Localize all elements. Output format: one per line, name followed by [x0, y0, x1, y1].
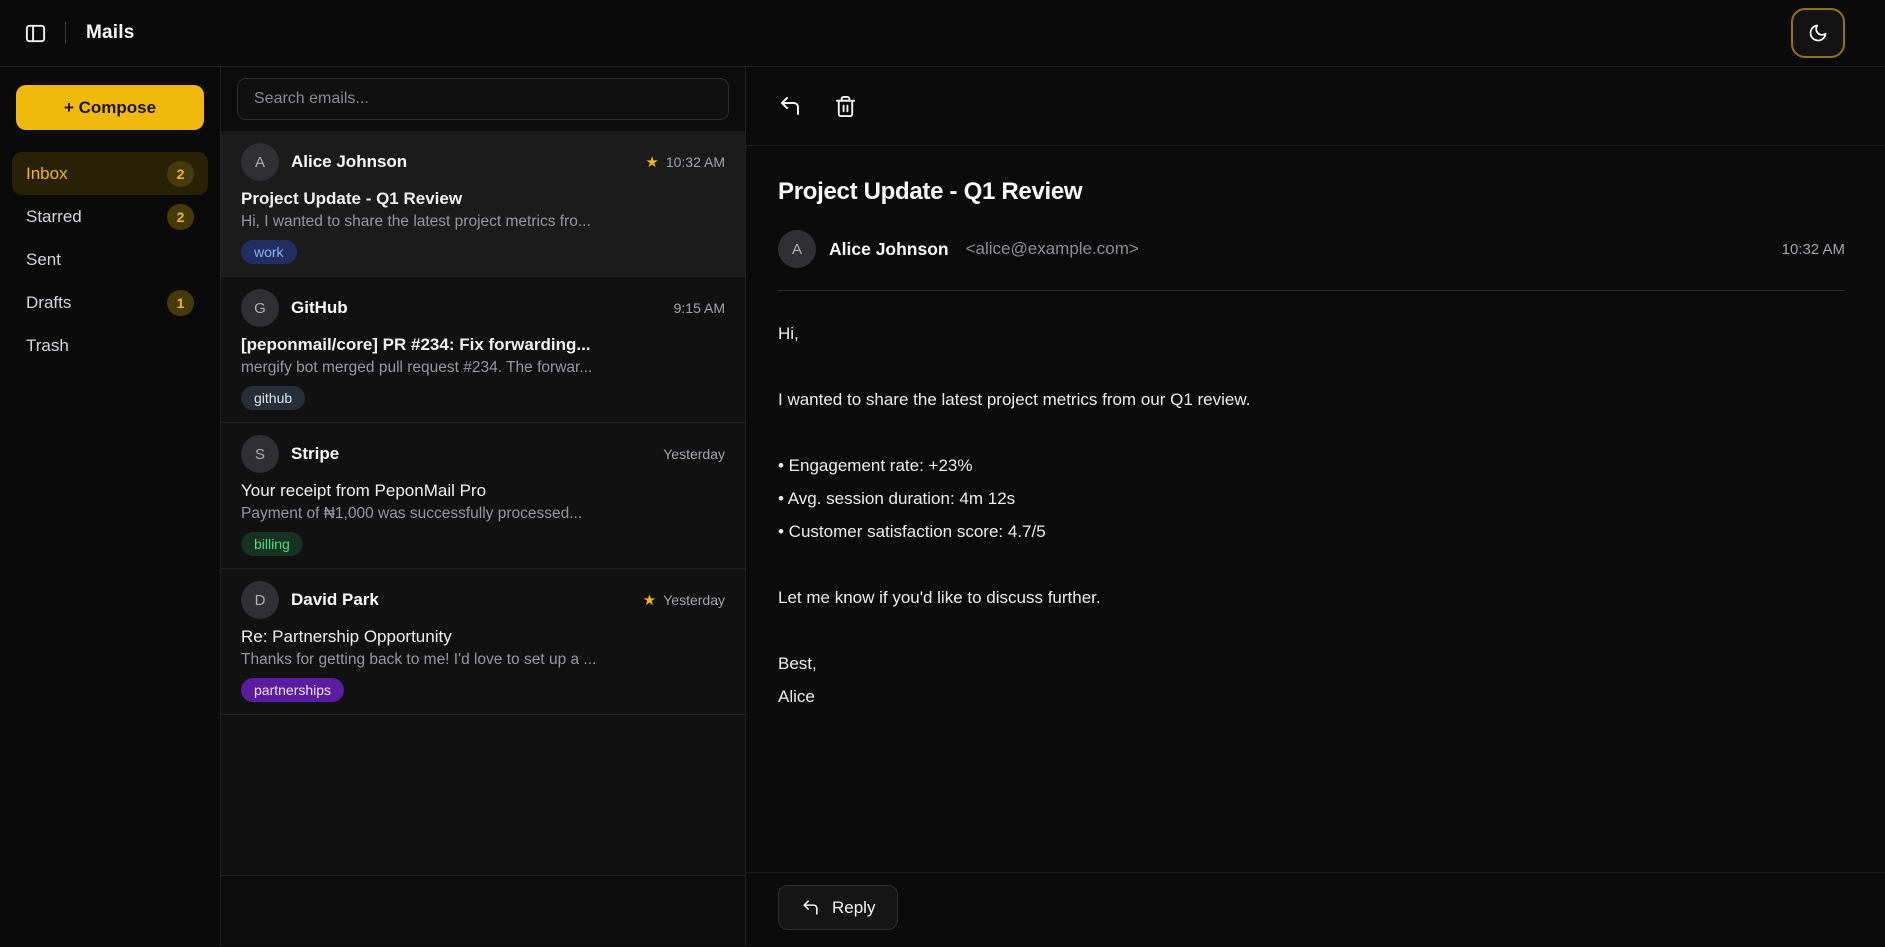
email-subject: Re: Partnership Opportunity — [241, 627, 452, 646]
avatar: G — [241, 289, 279, 327]
sender-row: A Alice Johnson <alice@example.com> 10:3… — [778, 230, 1845, 268]
sidebar-item-trash[interactable]: Trash — [12, 324, 208, 367]
email-sender: Stripe — [291, 444, 340, 463]
email-tag: partnerships — [241, 678, 345, 702]
header-divider — [65, 22, 66, 44]
back-arrow-icon — [778, 94, 802, 118]
email-tag: billing — [241, 532, 303, 556]
unread-count-badge: 1 — [167, 289, 194, 316]
detail-footer: Reply — [746, 872, 1885, 946]
delete-button[interactable] — [834, 95, 857, 118]
sidebar-item-label: Inbox — [26, 163, 68, 183]
trash-icon — [834, 95, 857, 118]
email-time: 9:15 AM — [673, 300, 725, 316]
sidebar-nav: Inbox 2 Starred 2 Sent Drafts 1 Trash — [0, 152, 220, 367]
detail-time: 10:32 AM — [1781, 240, 1845, 258]
star-icon: ★ — [645, 153, 659, 171]
email-sender: David Park — [291, 590, 379, 609]
reply-arrow-icon — [801, 898, 820, 917]
email-preview: mergify bot merged pull request #234. Th… — [241, 359, 593, 376]
reply-button[interactable]: Reply — [778, 885, 899, 930]
app-header: Mails — [0, 0, 1885, 67]
email-body: Hi, I wanted to share the latest project… — [778, 324, 1251, 706]
panel-left-icon — [24, 22, 47, 45]
avatar: A — [241, 143, 279, 181]
email-preview: Thanks for getting back to me! I'd love … — [241, 651, 597, 668]
sidebar-toggle-button[interactable] — [24, 22, 47, 45]
detail-toolbar — [746, 67, 1885, 146]
sidebar-item-drafts[interactable]: Drafts 1 — [12, 281, 208, 324]
unread-count-badge: 2 — [167, 203, 194, 230]
email-subject: Project Update - Q1 Review — [241, 189, 463, 208]
email-preview: Hi, I wanted to share the latest project… — [241, 213, 591, 230]
email-detail-pane: Project Update - Q1 Review A Alice Johns… — [745, 67, 1885, 946]
compose-button[interactable]: + Compose — [16, 85, 204, 130]
email-list-pane: A Alice Johnson ★ 10:32 AM Project Updat… — [220, 67, 745, 946]
email-sender: Alice Johnson — [291, 152, 408, 171]
email-list-item[interactable]: G GitHub 9:15 AM [peponmail/core] PR #23… — [221, 277, 745, 423]
sidebar-item-label: Drafts — [26, 292, 72, 312]
search-input[interactable] — [237, 78, 729, 120]
sender-email: <alice@example.com> — [965, 239, 1139, 258]
reply-label: Reply — [832, 897, 876, 917]
detail-content: Project Update - Q1 Review A Alice Johns… — [746, 146, 1885, 872]
theme-toggle-button[interactable] — [1791, 8, 1845, 58]
avatar: A — [778, 230, 816, 268]
email-tag: work — [241, 240, 297, 264]
sidebar-item-inbox[interactable]: Inbox 2 — [12, 152, 208, 195]
page-title: Mails — [86, 22, 135, 43]
star-icon: ★ — [642, 591, 657, 609]
sidebar-item-sent[interactable]: Sent — [12, 238, 208, 281]
search-bar — [221, 67, 745, 131]
sidebar-item-label: Sent — [26, 249, 61, 269]
sidebar: + Compose Inbox 2 Starred 2 Sent Drafts … — [0, 67, 220, 946]
email-subject: Your receipt from PeponMail Pro — [241, 481, 487, 500]
email-list-item[interactable]: D David Park ★ Yesterday Re: Partnership… — [221, 569, 745, 715]
email-list-item[interactable]: A Alice Johnson ★ 10:32 AM Project Updat… — [221, 131, 745, 277]
email-list-item[interactable]: S Stripe Yesterday Your receipt from Pep… — [221, 423, 745, 569]
sidebar-item-starred[interactable]: Starred 2 — [12, 195, 208, 238]
email-time: Yesterday — [663, 592, 725, 608]
email-tag: github — [241, 386, 306, 410]
avatar: S — [241, 435, 279, 473]
detail-divider — [778, 290, 1845, 291]
sender-name: Alice Johnson — [829, 238, 949, 259]
sidebar-item-label: Starred — [26, 206, 82, 226]
email-time: 10:32 AM — [665, 154, 725, 170]
unread-count-badge: 2 — [167, 160, 194, 187]
back-button[interactable] — [778, 94, 802, 118]
avatar: D — [241, 581, 279, 619]
email-sender: GitHub — [291, 298, 348, 317]
detail-subject: Project Update - Q1 Review — [778, 178, 1083, 205]
email-time: Yesterday — [663, 446, 725, 462]
email-preview: Payment of ₦1,000 was successfully proce… — [241, 505, 583, 522]
moon-icon — [1808, 23, 1828, 43]
sidebar-item-label: Trash — [26, 335, 69, 355]
email-list: A Alice Johnson ★ 10:32 AM Project Updat… — [221, 131, 745, 876]
email-subject: [peponmail/core] PR #234: Fix forwarding… — [241, 335, 591, 354]
